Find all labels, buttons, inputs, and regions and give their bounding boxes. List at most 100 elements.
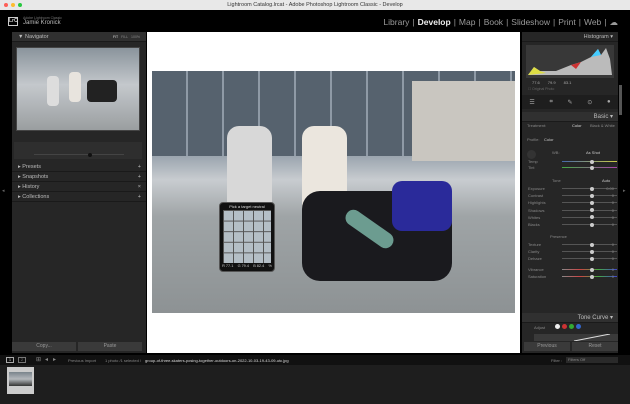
tone-curve-graph[interactable] [534,334,618,341]
neutral-picker-loupe: Pick a target neutral R 77.1 G 79.4 B 82.4… [219,202,275,272]
adjustment-slider[interactable] [562,267,617,272]
zoom-fit[interactable]: FIT [113,35,118,39]
channel-white[interactable] [555,324,560,329]
slider-value[interactable]: 0 [612,267,614,272]
primary-window-button[interactable]: 1 [6,357,14,363]
module-library[interactable]: Library [383,17,409,28]
close-window-button[interactable] [4,3,8,7]
slider-value[interactable]: 0 [612,274,614,279]
auto-tone-button[interactable]: Auto [602,178,610,183]
healing-brush-icon[interactable]: ✎ [568,99,573,106]
back-arrow-icon[interactable]: ◂ [45,356,48,363]
channel-red[interactable] [562,324,567,329]
forward-arrow-icon[interactable]: ▸ [53,356,56,363]
histogram-header[interactable]: Histogram ▾ [522,32,618,42]
collections-header[interactable]: ▸ Collections + [12,192,146,202]
slider-value[interactable]: 0 [612,249,614,254]
edit-sliders-icon[interactable]: ☰ [529,99,534,106]
reset-button[interactable]: Reset [572,342,618,351]
slider-label: Whites [528,214,541,220]
presets-header[interactable]: ▸ Presets + [12,162,146,172]
collapse-right-icon[interactable]: ▸ [623,188,626,194]
tint-slider[interactable] [562,165,617,170]
history-header[interactable]: ▸ History × [12,182,146,192]
cloud-icon[interactable]: ☁ [610,17,619,28]
zoom-window-button[interactable] [18,3,22,7]
adjustment-slider[interactable] [562,200,617,205]
slider-label: Dehaze [528,256,542,262]
right-panel-scrollbar[interactable] [619,85,622,115]
slider-knob[interactable] [589,215,594,220]
module-map[interactable]: Map [459,17,476,28]
toolbar-placeholder [14,142,142,159]
adjustment-slider[interactable] [562,193,617,198]
slider-knob[interactable] [589,186,594,191]
slider-value[interactable]: 0 [612,193,614,198]
module-web[interactable]: Web [584,17,601,28]
treatment-bw[interactable]: Black & White [590,123,615,128]
slider-value[interactable]: 0 [612,215,614,220]
adjustment-slider[interactable] [562,249,617,254]
slider-knob[interactable] [589,193,594,198]
filter-dropdown[interactable]: Filters Off [566,357,618,363]
channel-blue[interactable] [576,324,581,329]
adjustment-slider[interactable] [562,242,617,247]
slider-knob[interactable] [589,200,594,205]
slider-knob[interactable] [589,256,594,261]
slider-knob[interactable] [589,267,594,272]
filmstrip-thumbnail[interactable] [7,367,34,394]
slider-knob[interactable] [589,274,594,279]
module-develop[interactable]: Develop [418,17,451,28]
grid-view-icon[interactable]: ⊞ [36,356,41,363]
adjustment-slider[interactable] [562,215,617,220]
navigator-header[interactable]: ▼ Navigator FIT FILL 100% [12,32,146,42]
collapse-left-icon[interactable]: ◂ [2,188,5,194]
slider-knob[interactable] [589,242,594,247]
slider-value[interactable]: 0 [612,200,614,205]
histogram-graph [528,48,612,75]
module-print[interactable]: Print [558,17,575,28]
previous-button[interactable]: Previous [524,342,570,351]
slider-knob[interactable] [589,208,594,213]
slider-knob[interactable] [589,249,594,254]
basic-header[interactable]: Basic ▾ [522,112,618,122]
profile-dropdown[interactable]: Color [544,137,554,142]
slider-value[interactable]: 0 [612,256,614,261]
navigator-preview[interactable] [16,47,140,131]
slider-value[interactable]: 0 [612,222,614,227]
channel-green[interactable] [569,324,574,329]
treatment-color[interactable]: Color [572,123,582,128]
adjustment-slider[interactable] [562,274,617,279]
loupe-title: Pick a target neutral [229,204,265,209]
wb-dropdown[interactable]: As Shot [586,150,600,155]
paste-button[interactable]: Paste [78,342,142,351]
temp-slider[interactable] [562,159,617,164]
zoom-100[interactable]: 100% [131,35,140,39]
loupe-grid [223,210,271,263]
slider-value[interactable]: 0 [612,242,614,247]
module-book[interactable]: Book [484,17,503,28]
filmstrip-source[interactable]: Previous Import [68,358,96,363]
slider-knob[interactable] [589,222,594,227]
adjustment-slider[interactable] [562,208,617,213]
slider-value[interactable]: 0 [612,208,614,213]
slider-value[interactable]: 0.00 [606,186,614,191]
original-photo-checkbox[interactable]: ☐ Original Photo [528,87,554,91]
adjustment-slider[interactable] [562,222,617,227]
adjustment-slider[interactable] [562,256,617,261]
tone-curve-header[interactable]: Tone Curve ▾ [522,313,618,323]
crop-icon[interactable]: ⌗ [549,99,552,106]
tone-curve-title: Tone Curve [577,315,609,321]
histogram[interactable] [526,45,614,78]
secondary-window-button[interactable]: 2 [18,357,26,363]
curve-channel-picker [555,324,581,329]
red-eye-icon[interactable]: ⊙ [587,99,592,106]
minimize-window-button[interactable] [11,3,15,7]
module-slideshow[interactable]: Slideshow [511,17,550,28]
copy-button[interactable]: Copy... [12,342,76,351]
photo[interactable] [152,71,515,313]
wb-eyedropper-icon[interactable] [527,150,536,159]
snapshots-header[interactable]: ▸ Snapshots + [12,172,146,182]
zoom-fill[interactable]: FILL [121,35,128,39]
masking-icon[interactable]: ● [607,99,611,105]
